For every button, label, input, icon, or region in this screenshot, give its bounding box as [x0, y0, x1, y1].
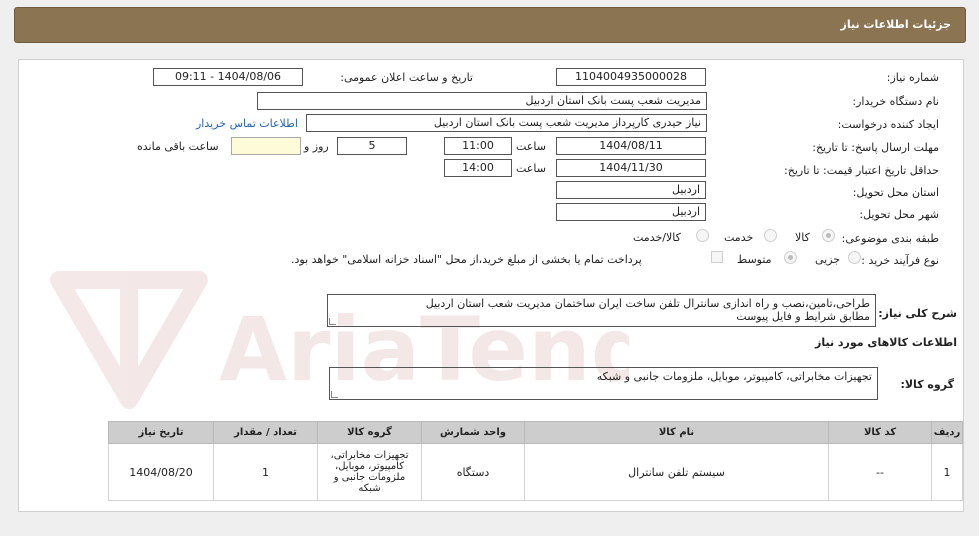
buyer-org-label: نام دستگاه خریدار:: [852, 95, 939, 108]
treasury-payment-note: پرداخت تمام یا بخشی از مبلغ خرید،از محل …: [291, 253, 642, 266]
col-header-goods-group: گروه کالا: [317, 421, 422, 444]
description-label: شرح کلی نیاز:: [878, 307, 957, 320]
cell-goods-code: --: [828, 443, 932, 501]
goods-group-value: تجهیزات مخابراتی، کامپیوتر، موبایل، ملزو…: [596, 370, 872, 383]
cell-quantity: 1: [213, 443, 318, 501]
process-medium-radio[interactable]: [784, 251, 797, 264]
city-label: شهر محل تحویل:: [859, 208, 939, 221]
reply-deadline-label: مهلت ارسال پاسخ: تا تاریخ:: [812, 141, 939, 154]
process-type-label: نوع فرآیند خرید :: [861, 254, 939, 267]
reply-time-field: 11:00: [444, 137, 512, 155]
remaining-label: ساعت باقی مانده: [137, 140, 219, 153]
description-line-2: مطابق شرایط و فایل پیوست: [736, 310, 870, 323]
col-header-goods-code: کد کالا: [828, 421, 932, 444]
days-label: روز و: [304, 140, 329, 153]
resize-handle-icon[interactable]: [329, 318, 336, 325]
process-medium-label: متوسط: [737, 253, 772, 266]
validity-hour-label: ساعت: [516, 162, 546, 175]
need-number-label: شماره نیاز:: [886, 71, 939, 84]
requester-field: نیاز حیدری کارپرداز مدیریت شعب پست بانک …: [306, 114, 707, 132]
requester-label: ایجاد کننده درخواست:: [837, 118, 939, 131]
cell-goods-name: سیستم تلفن سانترال: [524, 443, 829, 501]
goods-table: ردیف کد کالا نام کالا واحد شمارش گروه کا…: [108, 421, 963, 501]
category-service-radio[interactable]: [764, 229, 777, 242]
col-header-goods-name: نام کالا: [524, 421, 829, 444]
process-minor-radio[interactable]: [848, 251, 861, 264]
col-header-quantity: تعداد / مقدار: [213, 421, 318, 444]
goods-info-title: اطلاعات کالاهای مورد نیاز: [815, 336, 957, 349]
province-field: اردبیل: [556, 181, 706, 199]
category-goods-label: کالا: [795, 231, 810, 244]
description-line-1: طراحی،تامین،نصب و راه اندازی سانترال تلف…: [425, 297, 870, 310]
goods-group-textarea[interactable]: تجهیزات مخابراتی، کامپیوتر، موبایل، ملزو…: [329, 367, 878, 400]
announce-label: تاریخ و ساعت اعلان عمومی:: [340, 71, 473, 84]
validity-date-field: 1404/11/30: [556, 159, 706, 177]
cell-unit: دستگاه: [421, 443, 525, 501]
province-label: استان محل تحویل:: [852, 186, 939, 199]
page-header: جزئیات اطلاعات نیاز: [14, 7, 966, 43]
process-minor-label: جزیی: [815, 253, 841, 266]
category-label: طبقه بندی موضوعی:: [841, 232, 939, 245]
category-goods-service-radio[interactable]: [696, 229, 709, 242]
buyer-org-field: مدیریت شعب پست بانک استان اردبیل: [257, 92, 707, 110]
cell-row-number: 1: [931, 443, 963, 501]
goods-group-label: گروه کالا:: [900, 378, 954, 391]
city-field: اردبیل: [556, 203, 706, 221]
category-service-label: خدمت: [724, 231, 754, 244]
treasury-payment-checkbox[interactable]: [711, 251, 723, 263]
hours-remaining-field: [231, 137, 301, 155]
validity-time-field: 14:00: [444, 159, 512, 177]
resize-handle-icon[interactable]: [331, 391, 338, 398]
col-header-need-date: تاریخ نیاز: [108, 421, 214, 444]
reply-hour-label: ساعت: [516, 140, 546, 153]
announce-field: 1404/08/06 - 09:11: [153, 68, 303, 86]
cell-goods-group: تجهیزات مخابراتی، کامپیوتر، موبایل، ملزو…: [317, 443, 422, 501]
col-header-unit: واحد شمارش: [421, 421, 525, 444]
page-title: جزئیات اطلاعات نیاز: [840, 18, 952, 31]
buyer-contact-link[interactable]: اطلاعات تماس خریدار: [196, 117, 298, 130]
category-goods-radio[interactable]: [822, 229, 835, 242]
cell-need-date: 1404/08/20: [108, 443, 214, 501]
description-textarea[interactable]: طراحی،تامین،نصب و راه اندازی سانترال تلف…: [327, 294, 876, 327]
price-validity-label: حداقل تاریخ اعتبار قیمت: تا تاریخ:: [784, 164, 939, 177]
need-number-field: 1104004935000028: [556, 68, 706, 86]
days-remaining-field: 5: [337, 137, 407, 155]
col-header-row-number: ردیف: [931, 421, 963, 444]
table-row: 1 -- سیستم تلفن سانترال دستگاه تجهیزات م…: [108, 443, 963, 501]
table-header-row: ردیف کد کالا نام کالا واحد شمارش گروه کا…: [108, 421, 963, 444]
reply-date-field: 1404/08/11: [556, 137, 706, 155]
category-goods-service-label: کالا/خدمت: [633, 231, 681, 244]
